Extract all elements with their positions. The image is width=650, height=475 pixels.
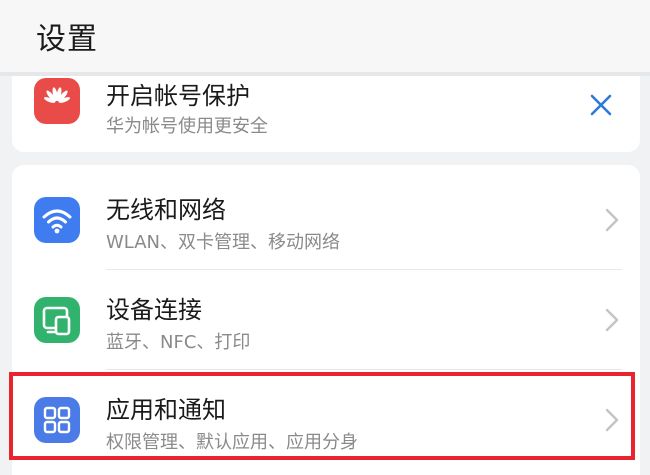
close-icon[interactable] (588, 92, 614, 118)
account-protection-row[interactable]: 开启帐号保护 华为帐号使用更安全 (12, 76, 640, 152)
settings-item-subtitle: WLAN、双卡管理、移动网络 (106, 232, 341, 253)
settings-item-title: 无线和网络 (106, 196, 226, 224)
settings-item-title: 设备连接 (106, 296, 202, 324)
device-connection-icon (34, 297, 80, 343)
settings-item-subtitle: 蓝牙、NFC、打印 (106, 332, 251, 353)
account-protection-subtitle: 华为帐号使用更安全 (106, 116, 268, 137)
chevron-right-icon (605, 208, 619, 232)
chevron-right-icon (605, 308, 619, 332)
page-title: 设置 (36, 22, 98, 57)
settings-item-subtitle: 权限管理、默认应用、应用分身 (106, 432, 358, 453)
settings-item-title: 应用和通知 (106, 396, 226, 424)
settings-item-device-connection[interactable]: 设备连接 蓝牙、NFC、打印 (12, 270, 640, 370)
settings-list: 无线和网络 WLAN、双卡管理、移动网络 设备连接 蓝牙、NFC、打印 应用和通… (12, 165, 640, 475)
wifi-icon (34, 197, 80, 243)
chevron-right-icon (605, 408, 619, 432)
header: 设置 (0, 0, 650, 72)
apps-icon (34, 397, 80, 443)
settings-item-apps-notifications[interactable]: 应用和通知 权限管理、默认应用、应用分身 (12, 370, 640, 470)
settings-item-wireless-networks[interactable]: 无线和网络 WLAN、双卡管理、移动网络 (12, 170, 640, 270)
account-protection-card[interactable]: 开启帐号保护 华为帐号使用更安全 (12, 76, 640, 152)
account-protection-title: 开启帐号保护 (106, 82, 250, 110)
